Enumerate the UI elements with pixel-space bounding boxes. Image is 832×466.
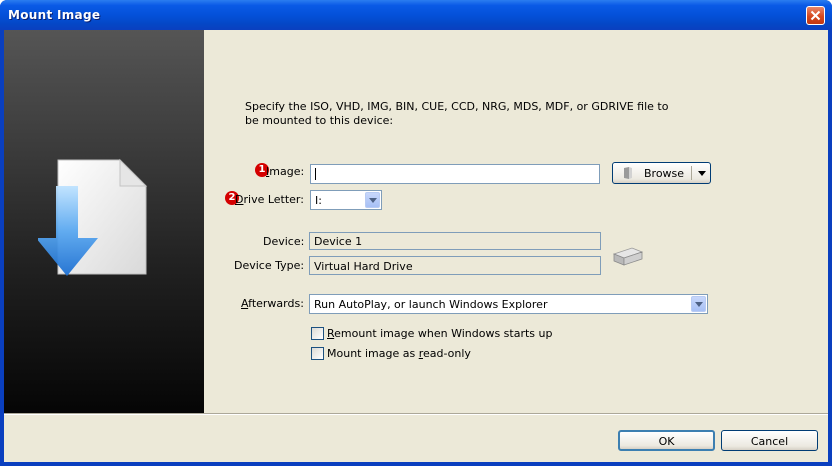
image-path-input[interactable]: [310, 164, 600, 184]
cancel-button[interactable]: Cancel: [721, 430, 818, 451]
chevron-down-icon[interactable]: [697, 171, 707, 177]
browse-button[interactable]: Browse: [612, 162, 711, 184]
device-type-field: Virtual Hard Drive: [309, 256, 601, 275]
folder-icon: [624, 167, 632, 179]
drive-letter-label: Drive Letter:: [235, 193, 304, 206]
divider-highlight: [4, 414, 828, 415]
side-banner: [4, 30, 204, 414]
mount-image-window: Mount Image Specify the ISO, VHD, IMG, B…: [0, 0, 832, 466]
dialog-body: Specify the ISO, VHD, IMG, BIN, CUE, CCD…: [4, 30, 828, 462]
close-icon: [810, 10, 821, 21]
title-bar[interactable]: Mount Image: [0, 0, 832, 30]
chevron-down-icon[interactable]: [365, 192, 380, 208]
afterwards-select[interactable]: Run AutoPlay, or launch Windows Explorer: [309, 294, 708, 314]
afterwards-label: Afterwards:: [241, 297, 304, 310]
close-button[interactable]: [806, 6, 825, 25]
document-download-icon: [38, 158, 148, 276]
remount-label[interactable]: Remount image when Windows starts up: [327, 327, 553, 340]
split-divider: [691, 166, 692, 180]
device-field: Device 1: [309, 232, 601, 250]
hard-drive-icon: [612, 247, 644, 266]
read-only-label[interactable]: Mount image as read-only: [327, 347, 471, 360]
browse-label: Browse: [644, 167, 685, 180]
window-title: Mount Image: [8, 8, 101, 22]
device-label: Device:: [263, 235, 305, 248]
device-type-label: Device Type:: [234, 259, 305, 272]
chevron-down-icon[interactable]: [691, 296, 706, 312]
text-cursor: [315, 168, 316, 180]
instruction-text: Specify the ISO, VHD, IMG, BIN, CUE, CCD…: [245, 100, 669, 127]
image-label: Image:: [266, 165, 305, 178]
remount-checkbox[interactable]: [311, 327, 324, 340]
ok-button[interactable]: OK: [618, 430, 715, 451]
drive-letter-select[interactable]: I:: [310, 190, 382, 210]
read-only-checkbox[interactable]: [311, 347, 324, 360]
